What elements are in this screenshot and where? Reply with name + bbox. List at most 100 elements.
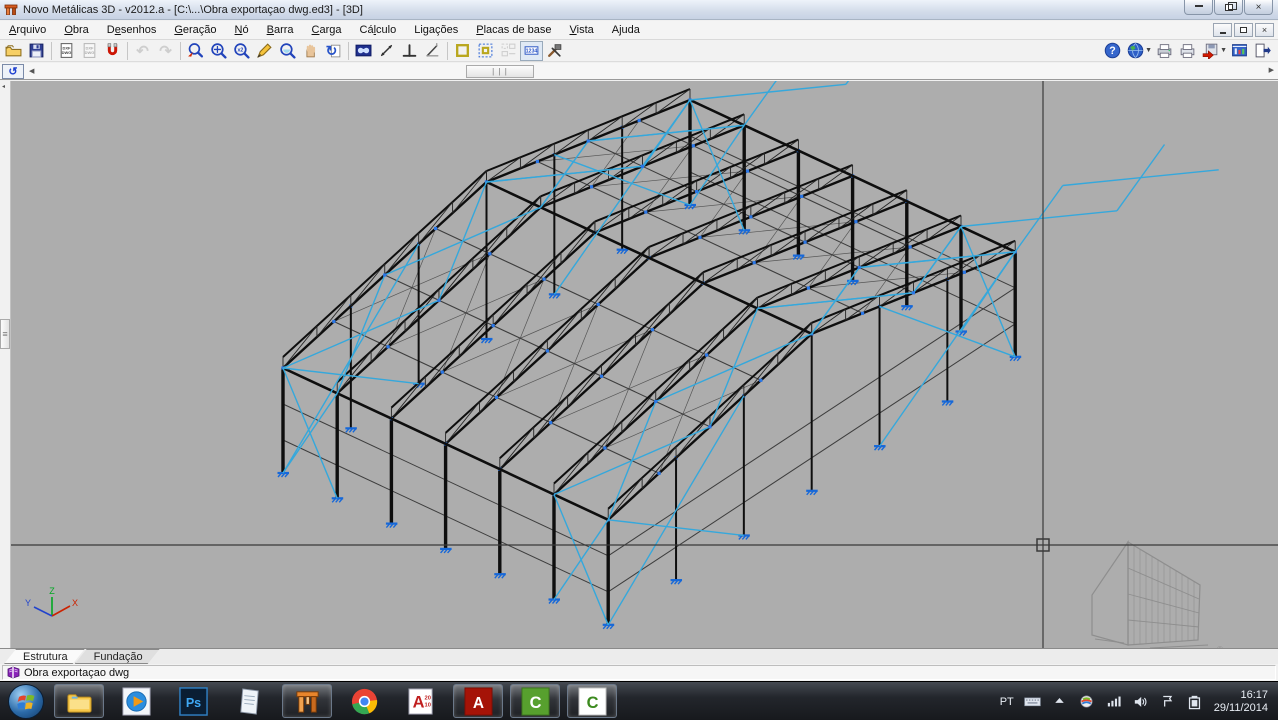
taskbar-metalicas3d[interactable] [282,684,332,718]
measure-button[interactable] [375,41,398,61]
pan-button[interactable] [299,41,322,61]
small-grid-button[interactable] [497,41,520,61]
zoom-previous-button[interactable] [276,41,299,61]
edit-zoom-button[interactable] [253,41,276,61]
menu-gera-o[interactable]: Geração [165,22,225,38]
svg-text:C: C [529,693,541,711]
svg-text:?: ? [1109,45,1115,57]
select-center-button[interactable] [474,41,497,61]
exit-button[interactable] [1251,41,1274,61]
battery-icon[interactable] [1186,693,1203,710]
print-button[interactable] [1153,41,1176,61]
minimize-icon [1195,4,1203,7]
web-services-dropdown-icon[interactable]: ▼ [1145,47,1152,54]
menu-ajuda[interactable]: Ajuda [603,22,649,38]
bar-numbering-button[interactable]: 1234 [520,41,543,61]
clock[interactable]: 16:17 29/11/2014 [1214,689,1268,715]
menubar: ArquivoObraDesenhosGeraçãoNóBarraCargaCá… [0,21,1278,40]
taskbar-adobe-reader[interactable]: A [453,684,503,718]
web-services-button[interactable] [1124,41,1147,61]
redraw-view-button[interactable]: ↻ [322,41,345,61]
action-center-icon[interactable] [1159,693,1176,710]
close-button[interactable]: × [1244,0,1273,15]
print-preview-icon [1179,42,1196,59]
svg-text:x2: x2 [237,48,243,54]
taskbar-explorer[interactable] [54,684,104,718]
menu-placas-de-base[interactable]: Placas de base [467,22,560,38]
menu-barra[interactable]: Barra [258,22,303,38]
report-panel-button[interactable] [1228,41,1251,61]
minimize-button[interactable] [1184,0,1213,15]
menu-liga-es[interactable]: Ligações [405,22,467,38]
mdi-restore-button[interactable] [1234,23,1253,37]
import-dxf-dwg-icon: DXFDWG [58,42,75,59]
mdi-close-icon: × [1262,25,1267,35]
menu-arquivo[interactable]: Arquivo [0,22,55,38]
import-dxf-dwg-button[interactable]: DXFDWG [55,41,78,61]
start-button[interactable] [8,684,44,719]
tools-options-button[interactable] [543,41,566,61]
app-window: Novo Metálicas 3D - v2012.a - [C:\...\Ob… [0,0,1278,720]
network-icon[interactable] [1105,693,1122,710]
tab-fundao[interactable]: Fundação [75,649,160,664]
print-preview-button[interactable] [1176,41,1199,61]
3d-model-canvas[interactable]: ESCOLA DE SOFTWARE®APRENDENDO NA PRÁTICA… [0,81,1278,648]
zoom-window-button[interactable] [184,41,207,61]
report-panel-icon [1231,42,1248,59]
ortho-button[interactable] [398,41,421,61]
horizontal-splitter-handle[interactable]: | | | [466,65,534,78]
undo-button[interactable]: ↶ [131,41,154,61]
select-window-button[interactable] [451,41,474,61]
menu-vista[interactable]: Vista [561,22,603,38]
help-icon: ? [1104,42,1121,59]
zoom-x2-button[interactable]: x2 [230,41,253,61]
mdi-close-button[interactable]: × [1255,23,1274,37]
menu-n-[interactable]: Nó [226,22,258,38]
zoom-extents-button[interactable] [207,41,230,61]
explorer-icon [65,687,94,716]
language-indicator[interactable]: PT [1000,696,1014,708]
windows-update-icon[interactable] [1078,693,1095,710]
export-file-dropdown-icon[interactable]: ▼ [1220,47,1227,54]
taskbar-photoshop[interactable]: Ps [168,684,218,718]
workspace: ESCOLA DE SOFTWARE®APRENDENDO NA PRÁTICA… [0,81,1278,648]
taskbar-autocad[interactable]: A2010 [396,684,446,718]
svg-text:A: A [472,694,483,711]
taskbar-camtasia-recorder[interactable]: C [567,684,617,718]
show-hidden-icon[interactable] [1051,693,1068,710]
redo-button[interactable]: ↷ [154,41,177,61]
taskbar-camtasia-studio[interactable]: C [510,684,560,718]
svg-text:Ps: Ps [185,695,200,709]
camtasia-studio-icon: C [521,687,550,716]
dimension-button[interactable] [421,41,444,61]
menu-obra[interactable]: Obra [55,22,97,38]
export-file-button[interactable] [1199,41,1222,61]
svg-text:Z: Z [49,586,55,596]
volume-icon[interactable] [1132,693,1149,710]
save-button[interactable] [25,41,48,61]
taskbar-media-player[interactable] [111,684,161,718]
tray-date: 29/11/2014 [1214,702,1268,715]
toolbar-separator [127,42,128,60]
vertical-splitter-handle[interactable]: ≡ [0,319,10,349]
open-button[interactable] [2,41,25,61]
export-dxf-dwg-button[interactable]: DXFDWG [78,41,101,61]
search-window-button[interactable] [352,41,375,61]
taskbar-notepad[interactable] [225,684,275,718]
axis-triad-icon: ZXY [25,586,78,616]
panel-arrow-icon[interactable]: ◂ [2,83,5,90]
mdi-minimize-button[interactable] [1213,23,1232,37]
tab-estrutura[interactable]: Estrutura [4,649,85,664]
export-file-icon [1202,42,1219,59]
menu-carga[interactable]: Carga [303,22,351,38]
help-button[interactable]: ? [1101,41,1124,61]
keyboard-icon[interactable] [1024,693,1041,710]
scroll-left-icon[interactable]: ◀ [24,67,39,75]
taskbar-chrome[interactable] [339,684,389,718]
restore-button[interactable] [1214,0,1243,15]
menu-desenhos[interactable]: Desenhos [98,22,166,38]
scroll-right-icon[interactable]: ▶ [1269,66,1274,74]
menu-c-lculo[interactable]: Cálculo [351,22,406,38]
rotate-view-button[interactable]: ↺ [2,64,24,79]
snap-magnet-button[interactable] [101,41,124,61]
